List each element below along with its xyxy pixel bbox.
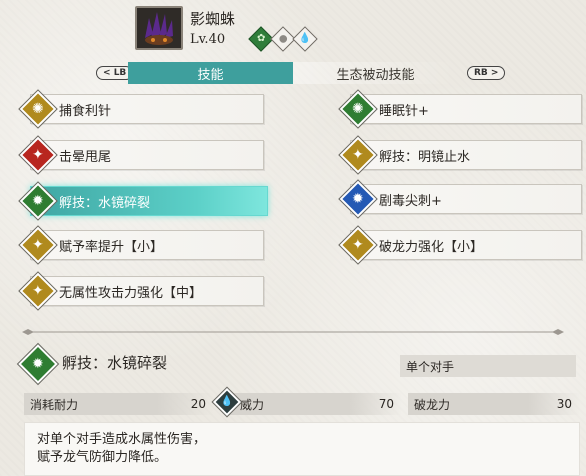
water-drop-icon: 💧 — [292, 26, 318, 52]
skill-item[interactable]: 睡眠针+ — [350, 94, 582, 124]
skill-item[interactable]: 捕食利针 — [30, 94, 264, 124]
skill-item-selected[interactable]: 孵技：水镜碎裂 — [30, 186, 268, 216]
burst-skill-icon: ✹ — [16, 342, 60, 386]
skill-item[interactable]: 击晕甩尾 — [30, 140, 264, 170]
tab-bar: 技能 生态被动技能 — [128, 62, 458, 84]
skill-item[interactable]: 剧毒尖刺+ — [350, 184, 582, 214]
stat-label: 破龙力 — [414, 397, 451, 412]
element-icons: ✿ ● 💧 — [248, 26, 318, 52]
section-divider — [22, 329, 564, 335]
stat-label: 威力 — [240, 397, 265, 412]
description-line: 对单个对手造成水属性伤害， — [37, 432, 207, 447]
stat-power: 威力 70 — [226, 393, 402, 415]
stat-value: 30 — [556, 397, 572, 411]
stat-stamina-cost: 消耗耐力 20 — [24, 393, 214, 415]
description-line: 赋予龙气防御力降低。 — [37, 450, 168, 465]
skill-item[interactable]: 赋予率提升【小】 — [30, 230, 264, 260]
tab-ecology-passive[interactable]: 生态被动技能 — [293, 62, 458, 84]
monster-name: 影蜘蛛 — [190, 10, 236, 28]
skill-item[interactable]: 孵技：明镜止水 — [350, 140, 582, 170]
skill-item[interactable]: 无属性攻击力强化【中】 — [30, 276, 264, 306]
rb-button[interactable]: RB > — [467, 66, 506, 80]
skill-item[interactable]: 破龙力强化【小】 — [350, 230, 582, 260]
stat-value: 20 — [190, 397, 206, 411]
skill-description: 对单个对手造成水属性伤害， 赋予龙气防御力降低。 — [24, 422, 580, 476]
detail-title: 孵技：水镜碎裂 — [62, 354, 168, 372]
skill-label: 无属性攻击力强化【中】 — [59, 285, 203, 301]
stat-value: 70 — [378, 397, 394, 411]
target-label: 单个对手 — [400, 355, 576, 377]
tab-skills[interactable]: 技能 — [128, 62, 293, 84]
monster-portrait — [135, 6, 183, 50]
detail-skill-icon-wrap: ✹ — [16, 342, 60, 386]
monster-level: Lv.40 — [190, 32, 226, 47]
stat-dragon-break: 破龙力 30 — [408, 393, 580, 415]
stat-label: 消耗耐力 — [30, 397, 79, 412]
